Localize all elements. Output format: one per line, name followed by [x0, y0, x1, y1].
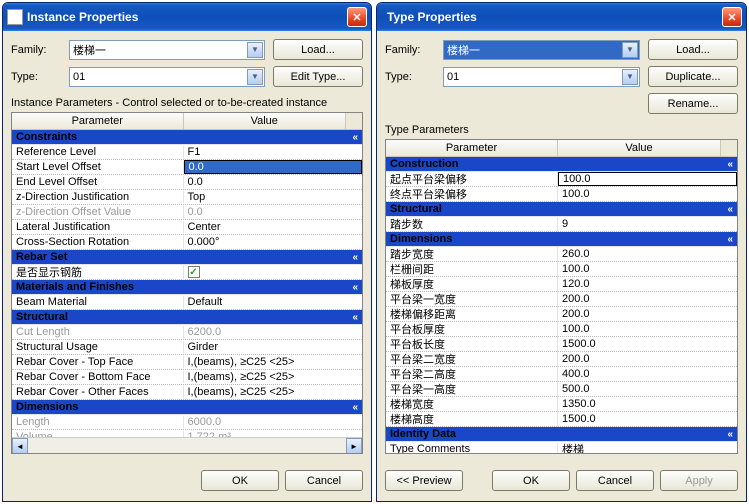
titlebar[interactable]: Instance Properties ✕	[3, 3, 371, 31]
family-value: 楼梯一	[447, 42, 480, 58]
table-row[interactable]: 平台梁二宽度200.0	[386, 352, 737, 367]
type-value: 01	[447, 71, 459, 83]
edit-type-button[interactable]: Edit Type...	[273, 66, 363, 87]
table-row[interactable]: Structural UsageGirder	[12, 340, 362, 355]
collapse-icon: «	[352, 252, 358, 263]
col-parameter[interactable]: Parameter	[386, 140, 558, 156]
instance-params-grid: Parameter Value Constraints« Reference L…	[11, 112, 363, 454]
table-row[interactable]: 终点平台梁偏移100.0	[386, 187, 737, 202]
table-row[interactable]: z-Direction JustificationTop	[12, 190, 362, 205]
col-value[interactable]: Value	[558, 140, 721, 156]
type-params-grid: Parameter Value Construction« 起点平台梁偏移100…	[385, 139, 738, 454]
collapse-icon: «	[352, 132, 358, 143]
family-label: Family:	[385, 44, 443, 56]
close-icon[interactable]: ✕	[347, 7, 367, 27]
type-combo[interactable]: 01 ▼	[443, 67, 640, 87]
family-label: Family:	[11, 44, 69, 56]
collapse-icon: «	[352, 402, 358, 413]
ok-button[interactable]: OK	[492, 470, 570, 491]
table-row[interactable]: 起点平台梁偏移100.0	[386, 172, 737, 187]
section-identity[interactable]: Identity Data«	[386, 427, 737, 442]
table-row[interactable]: Cut Length6200.0	[12, 325, 362, 340]
table-row[interactable]: 踏步数9	[386, 217, 737, 232]
cancel-button[interactable]: Cancel	[285, 470, 363, 491]
rename-button[interactable]: Rename...	[648, 93, 738, 114]
type-combo[interactable]: 01 ▼	[69, 67, 265, 87]
load-button[interactable]: Load...	[273, 39, 363, 60]
type-value: 01	[73, 71, 85, 83]
section-dimensions[interactable]: Dimensions«	[386, 232, 737, 247]
table-row[interactable]: 平台板长度1500.0	[386, 337, 737, 352]
family-value: 楼梯一	[73, 42, 106, 58]
table-row[interactable]: 楼梯高度1500.0	[386, 412, 737, 427]
checkbox-icon[interactable]: ✓	[188, 266, 200, 278]
grid-body[interactable]: Constraints« Reference LevelF1 Start Lev…	[12, 130, 362, 437]
cancel-button[interactable]: Cancel	[576, 470, 654, 491]
table-row[interactable]: Volume1.722 m³	[12, 430, 362, 437]
table-row[interactable]: 踏步宽度260.0	[386, 247, 737, 262]
table-row[interactable]: 楼梯宽度1350.0	[386, 397, 737, 412]
table-row[interactable]: Beam MaterialDefault	[12, 295, 362, 310]
load-button[interactable]: Load...	[648, 39, 738, 60]
apply-button[interactable]: Apply	[660, 470, 738, 491]
chevron-down-icon[interactable]: ▼	[247, 69, 263, 85]
table-row[interactable]: Length6000.0	[12, 415, 362, 430]
section-construction[interactable]: Construction«	[386, 157, 737, 172]
window-title: Instance Properties	[27, 10, 347, 24]
table-row[interactable]: 楼梯偏移距离200.0	[386, 307, 737, 322]
col-value[interactable]: Value	[184, 113, 347, 129]
table-row[interactable]: 梯板厚度120.0	[386, 277, 737, 292]
collapse-icon: «	[352, 282, 358, 293]
table-row[interactable]: Rebar Cover - Top FaceI,(beams), ≥C25 <2…	[12, 355, 362, 370]
table-row[interactable]: 平台梁一宽度200.0	[386, 292, 737, 307]
grid-body[interactable]: Construction« 起点平台梁偏移100.0 终点平台梁偏移100.0 …	[386, 157, 737, 453]
table-row[interactable]: Rebar Cover - Bottom FaceI,(beams), ≥C25…	[12, 370, 362, 385]
family-combo[interactable]: 楼梯一 ▼	[69, 40, 265, 60]
collapse-icon: «	[727, 159, 733, 170]
table-row[interactable]: Start Level Offset0.0	[12, 160, 362, 175]
type-label: Type:	[11, 71, 69, 83]
ok-button[interactable]: OK	[201, 470, 279, 491]
collapse-icon: «	[352, 312, 358, 323]
section-constraints[interactable]: Constraints«	[12, 130, 362, 145]
table-row[interactable]: Lateral JustificationCenter	[12, 220, 362, 235]
table-row[interactable]: 平台板厚度100.0	[386, 322, 737, 337]
table-row[interactable]: Rebar Cover - Other FacesI,(beams), ≥C25…	[12, 385, 362, 400]
section-structural[interactable]: Structural«	[386, 202, 737, 217]
table-row[interactable]: 平台梁一高度500.0	[386, 382, 737, 397]
type-properties-dialog: Type Properties ✕ Family: 楼梯一 ▼ Load... T…	[376, 2, 747, 502]
collapse-icon: «	[727, 429, 733, 440]
table-row[interactable]: Cross-Section Rotation0.000°	[12, 235, 362, 250]
hscrollbar[interactable]: ◄►	[12, 437, 362, 453]
type-params-header: Type Parameters	[385, 124, 738, 136]
instance-params-header: Instance Parameters - Control selected o…	[11, 97, 363, 109]
chevron-down-icon[interactable]: ▼	[622, 42, 638, 58]
table-row[interactable]: 平台梁二高度400.0	[386, 367, 737, 382]
section-dimensions[interactable]: Dimensions«	[12, 400, 362, 415]
window-title: Type Properties	[381, 10, 722, 24]
family-combo[interactable]: 楼梯一 ▼	[443, 40, 640, 60]
titlebar[interactable]: Type Properties ✕	[377, 3, 746, 31]
table-row[interactable]: z-Direction Offset Value0.0	[12, 205, 362, 220]
collapse-icon: «	[727, 234, 733, 245]
close-icon[interactable]: ✕	[722, 7, 742, 27]
table-row[interactable]: End Level Offset0.0	[12, 175, 362, 190]
section-rebar-set[interactable]: Rebar Set«	[12, 250, 362, 265]
instance-properties-dialog: Instance Properties ✕ Family: 楼梯一 ▼ Load.…	[2, 2, 372, 502]
chevron-down-icon[interactable]: ▼	[247, 42, 263, 58]
section-materials[interactable]: Materials and Finishes«	[12, 280, 362, 295]
section-structural[interactable]: Structural«	[12, 310, 362, 325]
preview-button[interactable]: << Preview	[385, 470, 463, 491]
collapse-icon: «	[727, 204, 733, 215]
window-icon	[7, 9, 23, 25]
table-row[interactable]: Type Comments楼梯	[386, 442, 737, 453]
table-row[interactable]: 是否显示钢筋✓	[12, 265, 362, 280]
type-label: Type:	[385, 71, 443, 83]
table-row[interactable]: 栏栅间距100.0	[386, 262, 737, 277]
col-parameter[interactable]: Parameter	[12, 113, 184, 129]
chevron-down-icon[interactable]: ▼	[622, 69, 638, 85]
duplicate-button[interactable]: Duplicate...	[648, 66, 738, 87]
table-row[interactable]: Reference LevelF1	[12, 145, 362, 160]
